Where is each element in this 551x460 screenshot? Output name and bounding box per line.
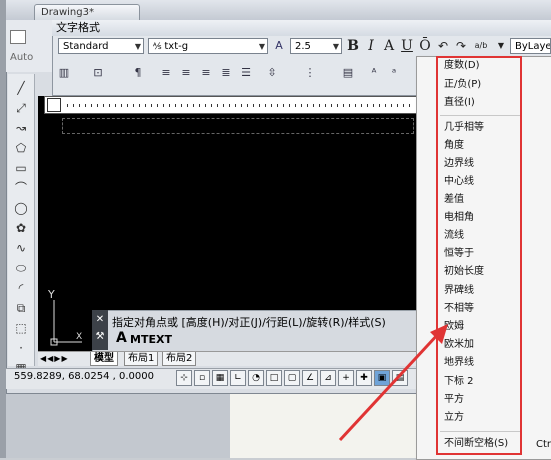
text-height-icon: A: [275, 39, 283, 52]
columns-icon[interactable]: ▥: [56, 66, 72, 80]
command-line-handle[interactable]: ✕ ⚒: [92, 310, 108, 350]
mtext-justify-icon[interactable]: ⊡: [90, 66, 106, 80]
text-color-select[interactable]: ByLayer: [510, 38, 551, 54]
insert-field-icon[interactable]: ▤: [340, 66, 356, 80]
tab-model[interactable]: 模型: [90, 352, 118, 366]
ellipse-icon[interactable]: ⬭: [12, 260, 30, 276]
axis-y-label: Y: [47, 290, 55, 301]
lowercase-icon[interactable]: ᵃ: [386, 66, 402, 80]
insert-block-icon[interactable]: ⧉: [12, 300, 30, 316]
red-arrow-icon: [338, 324, 448, 442]
chevron-down-icon: ▼: [258, 42, 265, 51]
undo-button[interactable]: ↶: [436, 38, 450, 54]
tab-layout2[interactable]: 布局2: [162, 352, 197, 366]
stack-button[interactable]: a/b: [472, 38, 490, 54]
align-center-icon[interactable]: ≡: [178, 66, 194, 80]
italic-button[interactable]: I: [364, 38, 378, 54]
quick-access-toolbar: Auto: [6, 20, 55, 72]
grid-icon[interactable]: ▦: [212, 370, 228, 386]
ucs-axis-icon: Y X: [47, 290, 82, 346]
bold-button[interactable]: B: [346, 38, 360, 54]
uppercase-icon[interactable]: ᴬ: [366, 66, 382, 80]
text-height-value: 2.5: [295, 41, 311, 52]
underline-button[interactable]: U: [400, 38, 414, 54]
justify-icon[interactable]: ≣: [218, 66, 234, 80]
text-style-select[interactable]: Standard ▼: [58, 38, 144, 54]
ortho-icon[interactable]: ∟: [230, 370, 246, 386]
ruler-ticks: [67, 104, 411, 107]
rectangle-icon[interactable]: ▭: [12, 160, 30, 176]
desktop-background: [6, 392, 230, 458]
arc-icon[interactable]: ⌒: [12, 180, 30, 196]
revision-cloud-icon[interactable]: ✿: [12, 220, 30, 236]
construction-line-icon[interactable]: ⤢: [12, 100, 30, 116]
coordinate-readout: 559.8289, 68.0254 , 0.0000: [14, 371, 154, 382]
grid-snap-icon[interactable]: ▫: [194, 370, 210, 386]
polar-icon[interactable]: ◔: [248, 370, 264, 386]
distribute-icon[interactable]: ☰: [238, 66, 254, 80]
shx-font-icon: ⅍: [153, 42, 165, 52]
new-file-icon[interactable]: [10, 30, 26, 44]
ellipse-arc-icon[interactable]: ◜: [12, 280, 30, 296]
wrench-icon[interactable]: ⚒: [92, 331, 108, 342]
polygon-icon[interactable]: ⬠: [12, 140, 30, 156]
chevron-down-icon: ▼: [332, 42, 339, 51]
text-height-select[interactable]: 2.5 ▼: [290, 38, 342, 54]
line-spacing-icon[interactable]: ⇳: [264, 66, 280, 80]
osnap-icon[interactable]: □: [266, 370, 282, 386]
chevron-down-icon[interactable]: ▼: [494, 38, 508, 54]
drawing-tab[interactable]: Drawing3*: [34, 4, 140, 20]
color-value: ByLayer: [515, 41, 551, 52]
text-ruler[interactable]: [44, 96, 418, 114]
close-icon[interactable]: ✕: [92, 314, 108, 325]
line-icon[interactable]: ╱: [12, 80, 30, 96]
chevron-down-icon: ▼: [134, 42, 141, 51]
tab-scroll-arrows-icon[interactable]: ◀◀▶▶: [40, 354, 69, 363]
align-left-icon[interactable]: ≡: [158, 66, 174, 80]
otrack-icon[interactable]: ▢: [284, 370, 300, 386]
command-prompt-icon: A: [116, 330, 127, 346]
overline-button[interactable]: Ō: [418, 38, 432, 54]
numbering-icon[interactable]: ⋮: [302, 66, 318, 80]
strikethrough-button[interactable]: A: [382, 38, 396, 54]
font-select[interactable]: ⅍ txt-g ▼: [148, 38, 268, 54]
draw-toolbar: ╱ ⤢ ↝ ⬠ ▭ ⌒ ◯ ✿ ∿ ⬭ ◜ ⧉ ⬚ · ▦: [8, 74, 35, 375]
text-format-title: 文字格式: [52, 20, 551, 36]
spline-icon[interactable]: ∿: [12, 240, 30, 256]
ruler-indent-icon[interactable]: [47, 98, 61, 112]
point-icon[interactable]: ·: [12, 340, 30, 356]
circle-icon[interactable]: ◯: [12, 200, 30, 216]
make-block-icon[interactable]: ⬚: [12, 320, 30, 336]
axis-x-label: X: [76, 332, 82, 342]
shortcut-label: Ctrl: [536, 439, 551, 450]
text-style-value: Standard: [63, 41, 109, 52]
command-input[interactable]: MTEXT: [130, 333, 172, 346]
align-right-icon[interactable]: ≡: [198, 66, 214, 80]
auto-label: Auto: [10, 52, 34, 63]
mtext-editor-area[interactable]: [62, 118, 414, 134]
redo-button[interactable]: ↷: [454, 38, 468, 54]
paragraph-icon[interactable]: ¶: [130, 66, 146, 80]
ducs-icon[interactable]: ∠: [302, 370, 318, 386]
font-value: txt-g: [164, 41, 189, 52]
tab-layout1[interactable]: 布局1: [124, 352, 159, 366]
polyline-icon[interactable]: ↝: [12, 120, 30, 136]
snap-icon[interactable]: ⊹: [176, 370, 192, 386]
